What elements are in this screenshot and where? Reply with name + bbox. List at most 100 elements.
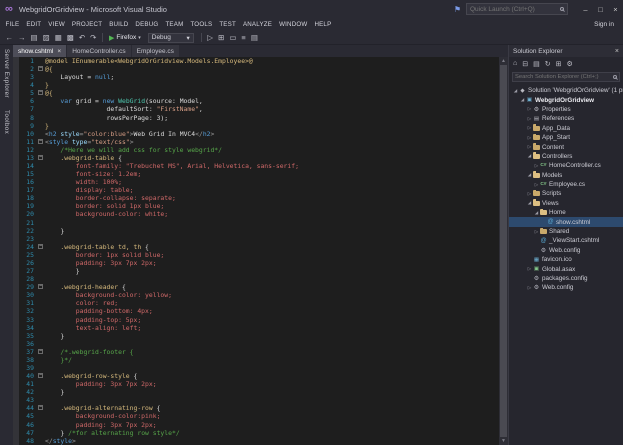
scrollbar-thumb[interactable] <box>500 65 507 437</box>
nav-back-icon[interactable]: ← <box>3 31 16 44</box>
redo-icon[interactable]: ↷ <box>88 31 99 44</box>
tree-item-favicon-ico[interactable]: ▦favicon.ico <box>509 255 623 264</box>
tree-item-viewstart-cshtml[interactable]: @_ViewStart.cshtml <box>509 236 623 245</box>
new-file-icon[interactable]: ▤ <box>28 31 40 44</box>
tab-employee-cs[interactable]: Employee.cs <box>132 45 179 57</box>
fold-toggle-icon[interactable]: − <box>38 349 43 354</box>
tree-item-app-data[interactable]: ▷App_Data <box>509 124 623 133</box>
tree-item-solution-webgridorgridview-1-project[interactable]: ◢◆Solution 'WebgridOrGridview' (1 projec… <box>509 86 623 95</box>
open-file-icon[interactable]: ▨ <box>40 31 52 44</box>
expand-icon[interactable]: ▷ <box>533 182 540 188</box>
start-without-debug-icon[interactable]: ▷ <box>205 31 216 44</box>
menu-item-window[interactable]: WINDOW <box>276 21 311 28</box>
close-icon[interactable]: × <box>615 48 619 55</box>
maximize-button[interactable]: □ <box>593 0 608 18</box>
tree-item-web-config[interactable]: ⚙Web.config <box>509 246 623 255</box>
quick-launch-input[interactable] <box>470 6 558 13</box>
tree-item-homecontroller-cs[interactable]: ▷C#HomeController.cs <box>509 161 623 170</box>
tree-item-references[interactable]: ▷▤References <box>509 114 623 123</box>
solution-search-box[interactable] <box>512 72 620 82</box>
find-in-files-icon[interactable]: ⊞ <box>216 31 227 44</box>
menu-item-project[interactable]: PROJECT <box>68 21 105 28</box>
minimize-button[interactable]: – <box>578 0 593 18</box>
tab-show-cshtml[interactable]: show.cshtml× <box>13 45 66 57</box>
tree-item-properties[interactable]: ▷⚙Properties <box>509 105 623 114</box>
tree-item-views[interactable]: ◢Views <box>509 199 623 208</box>
fold-toggle-icon[interactable]: − <box>38 139 43 144</box>
menu-item-test[interactable]: TEST <box>216 21 240 28</box>
code-editor[interactable]: 1@model IEnumerable<WebgridOrGridview.Mo… <box>13 57 508 445</box>
show-all-files-icon[interactable]: ▤ <box>533 60 540 68</box>
menu-item-help[interactable]: HELP <box>311 21 335 28</box>
fold-toggle-icon[interactable]: − <box>38 244 43 249</box>
collapse-icon[interactable]: ◢ <box>526 172 533 178</box>
expand-icon[interactable]: ▷ <box>533 229 540 235</box>
chevron-down-icon[interactable]: ▾ <box>138 35 141 41</box>
tree-item-models[interactable]: ◢Models <box>509 171 623 180</box>
quick-launch-box[interactable] <box>466 3 568 15</box>
comment-icon[interactable]: ▭ <box>227 31 239 44</box>
fold-toggle-icon[interactable]: − <box>38 155 43 160</box>
scroll-up-icon[interactable]: ▲ <box>499 57 508 65</box>
view-code-icon[interactable]: ⊞ <box>556 60 562 68</box>
menu-item-debug[interactable]: DEBUG <box>132 21 162 28</box>
solution-explorer-title-bar[interactable]: Solution Explorer × <box>509 45 623 57</box>
menu-item-file[interactable]: FILE <box>2 21 23 28</box>
close-icon[interactable]: × <box>57 48 61 55</box>
tree-item-packages-config[interactable]: ⚙packages.config <box>509 274 623 283</box>
tree-item-home[interactable]: ◢Home <box>509 208 623 217</box>
fold-toggle-icon[interactable]: − <box>38 90 43 95</box>
expand-icon[interactable]: ▷ <box>526 125 533 131</box>
editor-vertical-scrollbar[interactable]: ▲ ▼ <box>499 57 508 445</box>
fold-toggle-icon[interactable]: − <box>38 373 43 378</box>
collapse-icon[interactable]: ◢ <box>519 97 526 103</box>
tab-homecontroller-cs[interactable]: HomeController.cs <box>67 45 130 57</box>
expand-icon[interactable]: ▷ <box>526 135 533 141</box>
tree-item-scripts[interactable]: ▷Scripts <box>509 189 623 198</box>
nav-forward-icon[interactable]: → <box>16 31 29 44</box>
menu-item-view[interactable]: VIEW <box>45 21 69 28</box>
tree-item-employee-cs[interactable]: ▷C#Employee.cs <box>509 180 623 189</box>
tree-item-controllers[interactable]: ◢Controllers <box>509 152 623 161</box>
bookmark-icon[interactable]: ▤ <box>248 31 260 44</box>
home-icon[interactable]: ⌂ <box>513 60 517 67</box>
collapse-icon[interactable]: ◢ <box>512 88 519 94</box>
collapse-icon[interactable]: ◢ <box>526 153 533 159</box>
solution-search-input[interactable] <box>515 74 611 80</box>
collapse-icon[interactable]: ◢ <box>533 210 540 216</box>
tree-item-show-cshtml[interactable]: @show.cshtml <box>509 217 623 226</box>
close-button[interactable]: × <box>608 0 623 18</box>
start-debugging-button[interactable]: ▶ Firefox ▾ <box>109 34 141 42</box>
fold-toggle-icon[interactable]: − <box>38 405 43 410</box>
expand-icon[interactable]: ▷ <box>526 144 533 150</box>
expand-icon[interactable]: ▷ <box>526 285 533 291</box>
side-tab-toolbox[interactable]: Toolbox <box>3 110 10 134</box>
menu-item-tools[interactable]: TOOLS <box>187 21 216 28</box>
fold-toggle-icon[interactable]: − <box>38 284 43 289</box>
collapse-icon[interactable]: ◢ <box>526 200 533 206</box>
expand-icon[interactable]: ▷ <box>526 191 533 197</box>
save-all-icon[interactable]: ▩ <box>64 31 76 44</box>
menu-item-build[interactable]: BUILD <box>106 21 132 28</box>
menu-item-team[interactable]: TEAM <box>162 21 187 28</box>
tree-item-global-asax[interactable]: ▷▣Global.asax <box>509 264 623 273</box>
expand-icon[interactable]: ▷ <box>526 266 533 272</box>
properties-icon[interactable]: ⚙ <box>566 60 572 68</box>
side-tab-server-explorer[interactable]: Server Explorer <box>3 49 10 98</box>
tree-item-webgridorgridview[interactable]: ◢▣WebgridOrGridview <box>509 95 623 104</box>
expand-icon[interactable]: ▷ <box>526 106 533 112</box>
menu-item-analyze[interactable]: ANALYZE <box>239 21 275 28</box>
fold-toggle-icon[interactable]: − <box>38 66 43 71</box>
undo-icon[interactable]: ↶ <box>76 31 87 44</box>
menu-item-edit[interactable]: EDIT <box>23 21 45 28</box>
sign-in-link[interactable]: Sign in <box>594 18 614 31</box>
tree-item-app-start[interactable]: ▷App_Start <box>509 133 623 142</box>
tree-item-web-config[interactable]: ▷⚙Web.config <box>509 283 623 292</box>
tree-item-content[interactable]: ▷Content <box>509 142 623 151</box>
solution-configuration-dropdown[interactable]: Debug ▾ <box>148 33 194 43</box>
refresh-icon[interactable]: ↻ <box>545 60 551 68</box>
save-icon[interactable]: ▦ <box>52 31 64 44</box>
notifications-flag-icon[interactable]: ⚑ <box>454 5 461 14</box>
tree-item-shared[interactable]: ▷Shared <box>509 227 623 236</box>
expand-icon[interactable]: ▷ <box>533 163 540 169</box>
